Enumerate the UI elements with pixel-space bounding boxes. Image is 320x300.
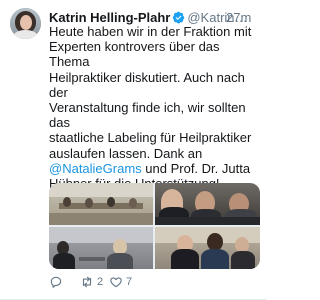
like-count: 7 — [126, 276, 133, 288]
tweet-text-line: Experten kontrovers über das Thema — [49, 39, 220, 70]
like-icon — [110, 277, 122, 288]
author-avatar[interactable] — [10, 8, 41, 39]
tweet-text-line-mention: @NatalieGrams und Prof. Dr. Jutta — [49, 161, 263, 176]
verified-badge-icon — [173, 11, 185, 24]
tweet-card[interactable]: Katrin Helling-Plahr @Katrin… 27m Heute h… — [0, 0, 267, 300]
photo-meeting-room[interactable] — [49, 183, 153, 225]
photo-panel-speakers[interactable] — [155, 183, 260, 225]
author-name[interactable]: Katrin Helling-Plahr — [49, 10, 170, 25]
photo-audience[interactable] — [49, 227, 153, 269]
retweet-icon — [82, 276, 92, 288]
photo-group-portrait[interactable] — [155, 227, 260, 269]
tweet-text-line: Veranstaltung finde ich, wir sollten das — [49, 100, 246, 131]
tweet-text: Heute haben wir in der Fraktion mit Expe… — [49, 24, 263, 191]
retweet-count: 2 — [97, 276, 104, 288]
tweet-actions: 2 7 — [49, 274, 199, 290]
tweet-text-line: auslaufen lassen. Dank an — [49, 145, 203, 161]
tweet-text-line: Heute haben wir in der Fraktion mit — [49, 24, 252, 39]
tweet-text-line: Heilpraktiker diskutiert. Auch nach der — [49, 69, 245, 100]
tweet-text-line: staatliche Labeling für Heilpraktiker — [49, 130, 252, 146]
reply-icon — [50, 276, 62, 288]
tweet-text-fragment: und Prof. Dr. Jutta — [141, 160, 251, 176]
tweet-media-grid — [49, 183, 260, 269]
mention-link[interactable]: @NatalieGrams — [49, 161, 142, 176]
